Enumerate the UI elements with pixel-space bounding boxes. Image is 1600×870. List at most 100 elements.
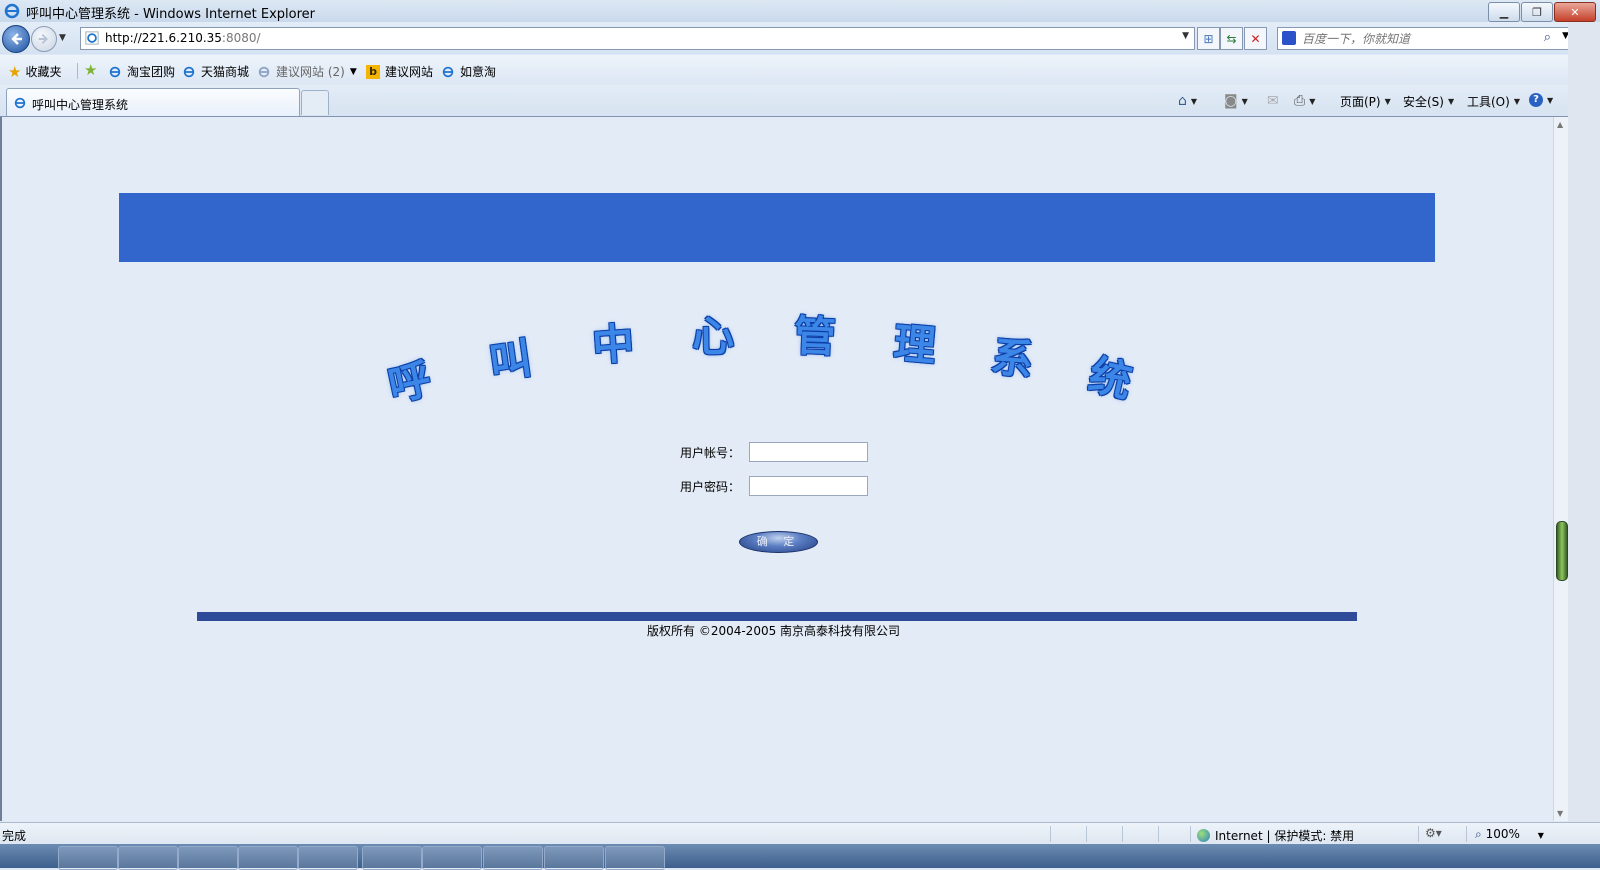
home-icon: ⌂	[1178, 93, 1187, 109]
forward-button[interactable]	[31, 26, 57, 52]
status-text: 完成	[2, 829, 27, 843]
status-divider	[1466, 826, 1467, 842]
ie-page-icon	[442, 66, 454, 77]
footer-bar	[197, 612, 1357, 621]
safety-menu[interactable]: 安全(S) ▼	[1403, 93, 1454, 110]
taskbar-button[interactable]	[544, 846, 604, 870]
refresh-icon: ⇆	[1226, 31, 1237, 46]
address-bar[interactable]: http://221.6.210.35:8080/ ▼	[80, 27, 1195, 50]
minimize-icon: ▁	[1499, 5, 1509, 19]
add-to-favorites-bar-button[interactable]: ★	[84, 61, 101, 79]
taskbar-button[interactable]	[238, 846, 298, 870]
taskbar-button[interactable]	[298, 846, 358, 870]
account-label: 用户帐号：	[680, 446, 741, 460]
scroll-down-icon[interactable]: ▼	[1557, 809, 1563, 818]
printer-icon: ⎙	[1294, 93, 1306, 109]
favbar-divider	[77, 63, 78, 79]
fav-item-suggested-sites-folder[interactable]: 建议网站 (2) ▼	[257, 63, 357, 80]
chevron-down-icon: ▼	[1241, 96, 1248, 106]
account-input[interactable]	[749, 442, 868, 462]
heading-char: 管	[793, 311, 837, 362]
heading-char: 统	[1084, 349, 1137, 408]
security-zone[interactable]: Internet | 保护模式: 禁用	[1197, 827, 1354, 844]
status-bar: 完成 Internet | 保护模式: 禁用 ⚙▾ ⌕ 100% ▼	[0, 822, 1600, 845]
zone-label: Internet | 保护模式: 禁用	[1215, 829, 1355, 843]
heading-char: 呼	[383, 354, 436, 411]
refresh-button[interactable]: ⇆	[1220, 27, 1243, 50]
fav-item-label: 建议网站	[385, 65, 434, 79]
page-menu-label: 页面(P)	[1340, 95, 1381, 109]
fav-item-suggested-sites[interactable]: b 建议网站	[366, 63, 433, 80]
rss-feed-icon: ◙	[1224, 93, 1238, 109]
stop-icon: ✕	[1250, 31, 1261, 46]
new-tab-button[interactable]	[301, 90, 329, 115]
bing-icon: b	[366, 64, 380, 79]
window-title: 呼叫中心管理系统 - Windows Internet Explorer	[26, 7, 315, 22]
recent-pages-dropdown-icon[interactable]: ▼	[59, 33, 66, 43]
copyright-text: 版权所有 ©2004-2005 南京高泰科技有限公司	[647, 624, 901, 638]
header-banner	[119, 193, 1435, 262]
ie-page-icon	[183, 66, 195, 77]
chevron-down-icon: ▼	[1190, 96, 1198, 106]
favorites-label: 收藏夹	[25, 65, 62, 79]
minimize-button[interactable]: ▁	[1488, 2, 1520, 22]
taskbar-button[interactable]	[605, 846, 665, 870]
status-divider	[1086, 826, 1087, 842]
page-menu[interactable]: 页面(P) ▼	[1340, 93, 1391, 110]
zoom-value: 100%	[1485, 827, 1520, 841]
scrollbar-thumb[interactable]	[1556, 521, 1568, 581]
zoom-level[interactable]: ⌕ 100% ▼	[1475, 827, 1544, 842]
favorites-star-icon: ★	[8, 62, 22, 81]
taskbar-button[interactable]	[422, 846, 482, 870]
status-divider	[1158, 826, 1159, 842]
fav-item-ruyitao[interactable]: 如意淘	[441, 63, 496, 80]
restore-button[interactable]: ❐	[1521, 2, 1553, 22]
help-button[interactable]: ? ▼	[1529, 93, 1553, 107]
taskbar-button[interactable]	[178, 846, 238, 870]
taskbar	[0, 844, 1600, 870]
fav-item-taobao-tuangou[interactable]: 淘宝团购	[108, 63, 175, 80]
baidu-icon	[1282, 31, 1296, 45]
ie-page-icon	[258, 66, 270, 77]
mail-icon: ✉	[1267, 93, 1279, 109]
add-favorite-star-icon: ★	[84, 61, 98, 79]
heading-char: 叫	[486, 333, 535, 388]
back-button[interactable]	[2, 25, 30, 53]
home-button[interactable]: ⌂ ▼	[1178, 93, 1197, 109]
taskbar-button[interactable]	[58, 846, 118, 870]
taskbar-button[interactable]	[118, 846, 178, 870]
favorites-button[interactable]: ★ 收藏夹	[8, 63, 61, 80]
help-icon: ?	[1529, 93, 1543, 107]
tools-menu[interactable]: 工具(O) ▼	[1467, 93, 1520, 110]
fav-item-tmall[interactable]: 天猫商城	[182, 63, 249, 80]
search-icon[interactable]: ⌕	[1544, 30, 1551, 45]
address-dropdown-icon[interactable]: ▼	[1182, 31, 1189, 41]
print-button[interactable]: ⎙ ▼	[1294, 93, 1315, 109]
search-box[interactable]: ⌕ ▼	[1277, 27, 1576, 50]
taskbar-button[interactable]	[362, 846, 422, 870]
password-label: 用户密码：	[680, 480, 741, 494]
chevron-down-icon: ▼	[349, 66, 357, 77]
protected-mode-settings-icon[interactable]: ⚙▾	[1425, 826, 1442, 840]
stop-button[interactable]: ✕	[1244, 27, 1267, 50]
navigation-bar: ▼ http://221.6.210.35:8080/ ▼ ⊞ ⇆ ✕ ⌕ ▼	[0, 22, 1600, 54]
compatibility-view-button[interactable]: ⊞	[1197, 27, 1220, 50]
chevron-down-icon: ▼	[1309, 96, 1316, 106]
favorites-bar: ★ 收藏夹 ★ 淘宝团购 天猫商城 建议网站 (2) ▼ b 建议网站 如意淘	[0, 55, 1600, 86]
search-input[interactable]	[1300, 29, 1534, 48]
vertical-scrollbar[interactable]: ▲ ▼	[1553, 117, 1569, 821]
ie-page-icon	[14, 97, 26, 109]
login-button[interactable]: 确 定	[739, 531, 818, 553]
fav-item-label: 建议网站 (2)	[276, 65, 345, 79]
taskbar-button[interactable]	[483, 846, 543, 870]
close-window-button[interactable]: ✕	[1554, 2, 1596, 22]
read-mail-button[interactable]: ✉	[1267, 93, 1279, 109]
fav-item-label: 淘宝团购	[127, 65, 176, 79]
tab-call-center[interactable]: 呼叫中心管理系统	[6, 88, 300, 116]
chevron-down-icon: ▼	[1513, 97, 1520, 106]
password-input[interactable]	[749, 476, 868, 496]
restore-icon: ❐	[1532, 5, 1542, 19]
window-edge	[1568, 22, 1600, 868]
feeds-button[interactable]: ◙ ▼	[1224, 93, 1248, 109]
scroll-up-icon[interactable]: ▲	[1557, 120, 1563, 129]
